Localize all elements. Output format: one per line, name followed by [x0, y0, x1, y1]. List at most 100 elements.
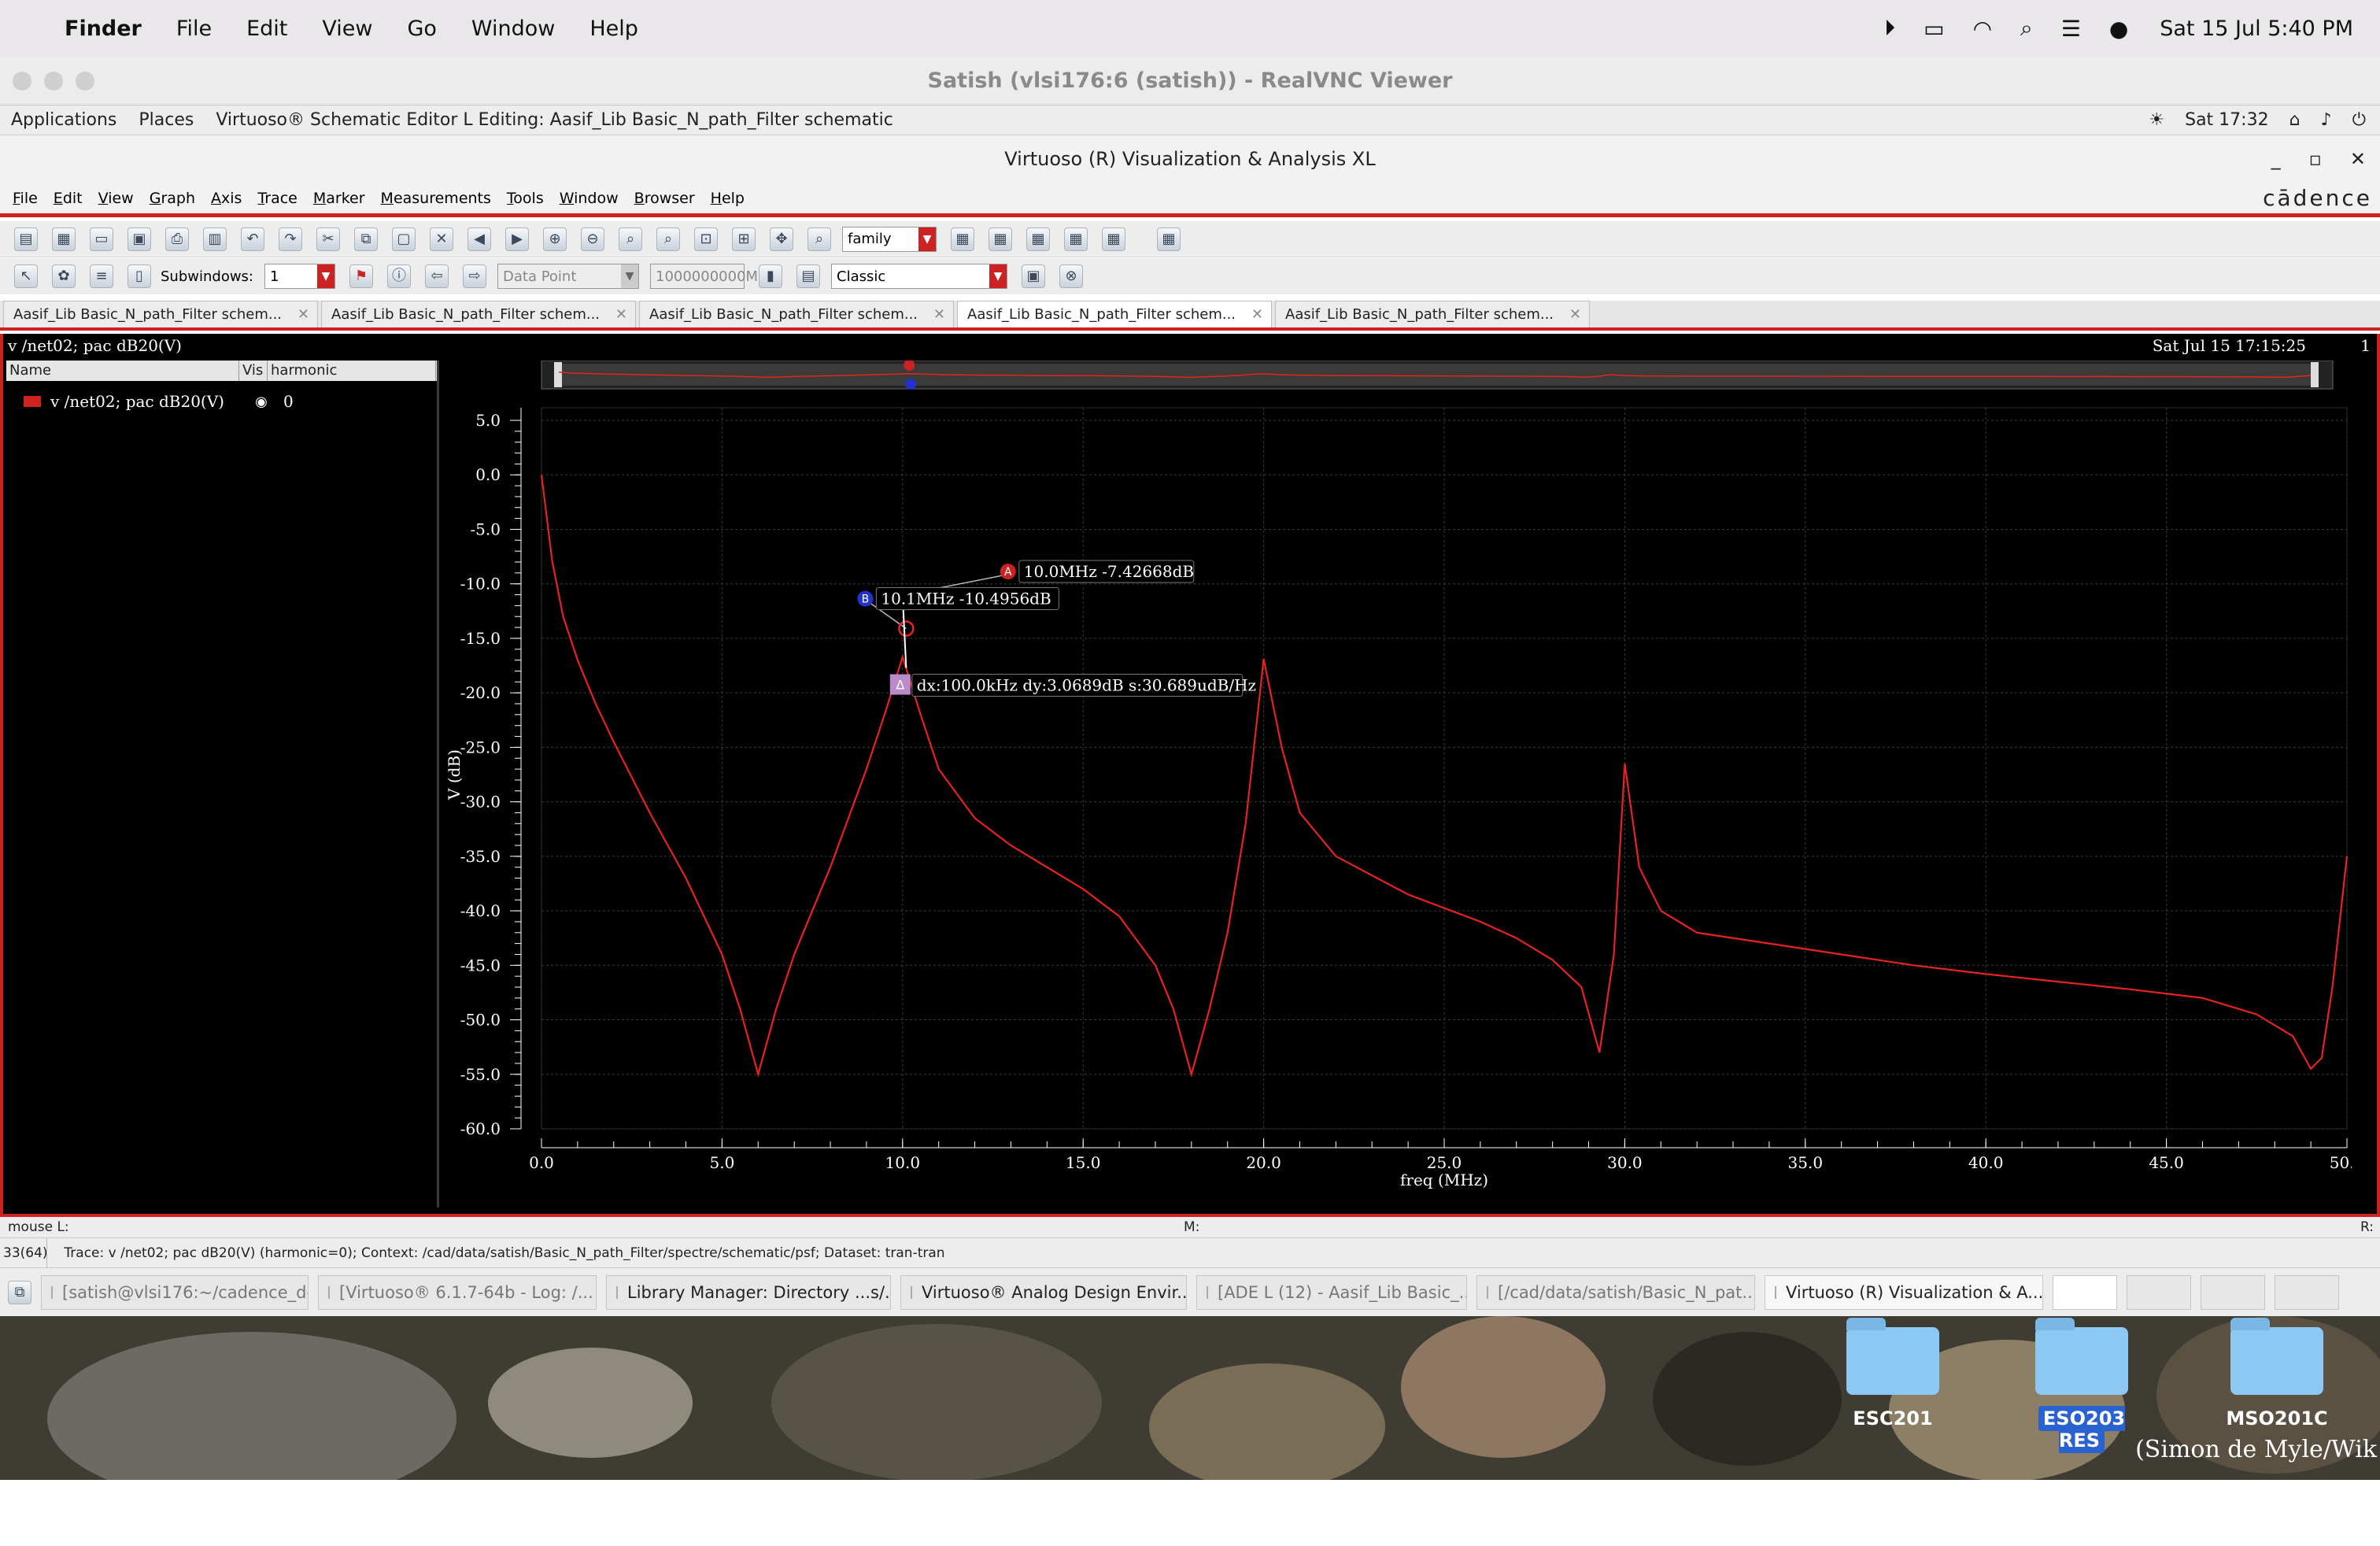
paste-icon[interactable]: ▢	[392, 227, 416, 251]
menu-help[interactable]: Help	[589, 17, 638, 41]
redo-icon[interactable]: ↷	[279, 227, 302, 251]
menu-file[interactable]: File	[176, 17, 212, 41]
col-vis[interactable]: Vis	[239, 361, 268, 381]
layout-5-icon[interactable]: ▦	[1102, 227, 1125, 251]
flag-icon[interactable]: ⚑	[349, 264, 373, 288]
menu-clock[interactable]: Sat 15 Jul 5:40 PM	[2160, 17, 2353, 41]
vmenu-file[interactable]: File	[13, 190, 38, 207]
gnome-time[interactable]: Sat 17:32	[2185, 110, 2268, 130]
zoom-out-icon[interactable]: ⊖	[581, 227, 604, 251]
strip-icon[interactable]: ≡	[90, 264, 113, 288]
menu-go[interactable]: Go	[407, 17, 436, 41]
zoom-box-icon[interactable]: ⊞	[732, 227, 756, 251]
close-tab-icon[interactable]: ✕	[615, 301, 627, 327]
overview-handle-left[interactable]	[554, 362, 562, 387]
new-window-icon[interactable]: ▤	[14, 227, 38, 251]
zoom-in-icon[interactable]: ⊕	[543, 227, 567, 251]
dropdown-arrow-icon[interactable]: ▼	[918, 227, 936, 251]
delete-icon[interactable]: ✕	[430, 227, 453, 251]
task-ade-l[interactable]: [ADE L (12) - Aasif_Lib Basic_...	[1196, 1274, 1467, 1310]
info-icon[interactable]: ⓘ	[387, 264, 411, 288]
gnome-places[interactable]: Places	[139, 110, 194, 130]
close-tab-icon[interactable]: ✕	[933, 301, 945, 327]
export-icon[interactable]: ▥	[203, 227, 227, 251]
close-tab-icon[interactable]: ✕	[1251, 301, 1263, 327]
overview-handle-right[interactable]	[2311, 362, 2319, 387]
zoom-y-icon[interactable]: ⌕	[656, 227, 680, 251]
folder-esc201[interactable]: ESC201	[1834, 1318, 1952, 1429]
eye-icon[interactable]: ◉	[247, 394, 275, 410]
volume-icon[interactable]: ♪	[2321, 110, 2332, 130]
layout-2-icon[interactable]: ▦	[989, 227, 1012, 251]
pan-icon[interactable]: ✥	[770, 227, 793, 251]
task-virtuoso-log[interactable]: [Virtuoso® 6.1.7-64b - Log: /...	[318, 1274, 597, 1310]
gnome-window-label[interactable]: Virtuoso® Schematic Editor L Editing: Aa…	[216, 110, 893, 130]
close-tab-icon[interactable]: ✕	[1569, 301, 1581, 327]
gnome-applications[interactable]: Applications	[11, 110, 116, 130]
vmenu-view[interactable]: View	[98, 190, 134, 207]
histogram-icon[interactable]: ▮	[759, 264, 782, 288]
vmenu-marker[interactable]: Marker	[313, 190, 365, 207]
wifi-icon[interactable]: ◠	[1973, 16, 1992, 42]
calculator-icon[interactable]: ▤	[796, 264, 820, 288]
close-icon[interactable]: ✕	[2350, 135, 2366, 183]
vmenu-help[interactable]: Help	[711, 190, 745, 207]
menu-edit[interactable]: Edit	[246, 17, 287, 41]
dropdown-arrow-icon[interactable]: ▼	[621, 264, 638, 288]
folder-mso201c[interactable]: MSO201C	[2218, 1318, 2336, 1429]
marker-icon[interactable]: ✿	[52, 264, 76, 288]
vmenu-measurements[interactable]: Measurements	[381, 190, 491, 207]
style-reset-icon[interactable]: ⊗	[1059, 264, 1083, 288]
workspace-1[interactable]	[2053, 1274, 2117, 1310]
arrow-left-icon[interactable]: ⇦	[425, 264, 449, 288]
vmenu-axis[interactable]: Axis	[211, 190, 242, 207]
task-visualization[interactable]: Virtuoso (R) Visualization & A...	[1765, 1274, 2043, 1310]
dropdown-arrow-icon[interactable]: ▼	[989, 264, 1007, 288]
vmenu-trace[interactable]: Trace	[257, 190, 297, 207]
menu-finder[interactable]: Finder	[65, 17, 142, 41]
workspace-3[interactable]	[2201, 1274, 2265, 1310]
minimize-dot-icon[interactable]	[44, 72, 63, 91]
maximize-icon[interactable]: ▫	[2309, 135, 2322, 183]
tab-schematic-4[interactable]: Aasif_Lib Basic_N_path_Filter schem... ✕	[957, 301, 1272, 327]
split-icon[interactable]: ▯	[128, 264, 151, 288]
vmenu-window[interactable]: Window	[560, 190, 619, 207]
power-icon[interactable]: ⏻	[2352, 110, 2366, 130]
task-file-browser[interactable]: [/cad/data/satish/Basic_N_pat...	[1476, 1274, 1755, 1310]
folder-eso203-res[interactable]: ESO203 RES	[2023, 1318, 2141, 1453]
show-desktop-icon[interactable]: ⧉	[8, 1280, 31, 1304]
siri-icon[interactable]: ●	[2109, 16, 2128, 42]
menu-view[interactable]: View	[322, 17, 372, 41]
print-icon[interactable]: ⎙	[165, 227, 189, 251]
marker-layer[interactable]: A 10.0MHz -7.42668dB B 10.1MHz -10.4956dB Δ d…	[857, 361, 1256, 697]
vmenu-tools[interactable]: Tools	[507, 190, 544, 207]
fit-icon[interactable]: ⊡	[694, 227, 718, 251]
workspace-4[interactable]	[2275, 1274, 2339, 1310]
style-combo[interactable]: Classic ▼	[831, 264, 1007, 289]
layout-4-icon[interactable]: ▦	[1064, 227, 1088, 251]
vmenu-edit[interactable]: Edit	[54, 190, 83, 207]
menu-window[interactable]: Window	[471, 17, 555, 41]
value-field[interactable]: 1000000000M	[650, 264, 758, 289]
trace-name[interactable]: v /net02; pac dB20(V)	[50, 392, 247, 411]
col-harmonic[interactable]: harmonic	[268, 361, 436, 381]
task-terminal[interactable]: [satish@vlsi176:~/cadence_de...	[41, 1274, 309, 1310]
zoom-forward-icon[interactable]: ▶	[505, 227, 529, 251]
zoom-back-icon[interactable]: ◀	[468, 227, 491, 251]
close-dot-icon[interactable]	[13, 72, 31, 91]
trace-color-swatch[interactable]	[24, 396, 41, 407]
play-icon[interactable]: ⏵	[1884, 15, 1895, 42]
vmenu-graph[interactable]: Graph	[150, 190, 195, 207]
family-combo[interactable]: family ▼	[842, 226, 937, 252]
search-icon[interactable]: ⌕	[2020, 15, 2033, 42]
style-edit-icon[interactable]: ▣	[1022, 264, 1045, 288]
save-icon[interactable]: ▣	[128, 227, 151, 251]
undo-icon[interactable]: ↶	[241, 227, 264, 251]
open-icon[interactable]: ▭	[90, 227, 113, 251]
layout-1-icon[interactable]: ▦	[951, 227, 974, 251]
waveform-chart[interactable]: 0.0 5.0 10.0 15.0 20.0 25.0 30.0 35.0 40.0 45.0 50…	[444, 361, 2352, 1211]
workspace-2[interactable]	[2127, 1274, 2191, 1310]
task-ade[interactable]: Virtuoso® Analog Design Envir...	[900, 1274, 1187, 1310]
data-point-combo[interactable]: Data Point ▼	[497, 264, 639, 289]
subwindow-icon[interactable]: ▦	[52, 227, 76, 251]
